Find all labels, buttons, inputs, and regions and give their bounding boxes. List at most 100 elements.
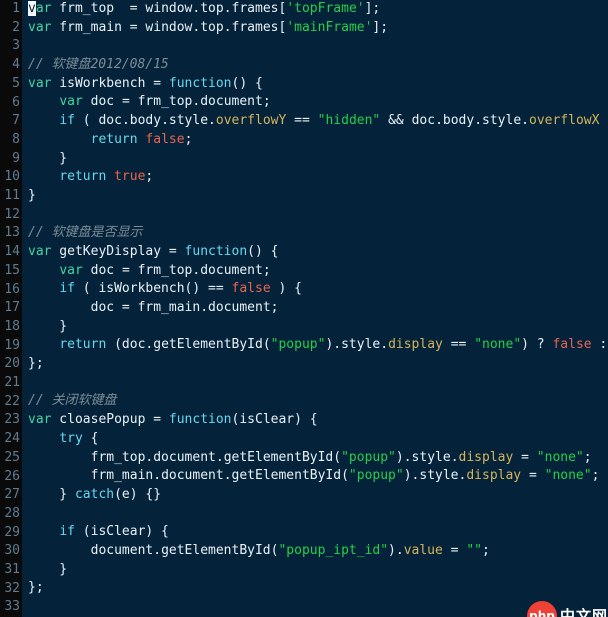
- code-token-punc: (isClear) {: [231, 412, 318, 428]
- code-line[interactable]: };: [22, 355, 608, 374]
- code-token-punc: =: [121, 94, 138, 110]
- code-area[interactable]: var frm_top = window.top.frames['topFram…: [22, 0, 608, 617]
- line-number: 13: [4, 225, 20, 241]
- code-line[interactable]: } catch(e) {}: [22, 486, 608, 505]
- code-token-ctrl: return: [59, 337, 107, 353]
- code-token-plain: cloasePopup: [51, 412, 154, 428]
- code-line[interactable]: document.getElementById("popup_ipt_id").…: [22, 542, 608, 561]
- code-token-plain: (doc: [106, 337, 146, 353]
- code-token-ctrl: if: [59, 113, 75, 129]
- code-line[interactable]: };: [22, 579, 608, 598]
- line-number: 11: [4, 188, 20, 203]
- code-line[interactable]: doc = frm_main.document;: [22, 299, 608, 318]
- code-line[interactable]: return true;: [22, 168, 608, 187]
- code-line[interactable]: [22, 374, 608, 393]
- code-token-punc: ;: [270, 300, 279, 315]
- code-token-plain: ( isWorkbench() ==: [74, 281, 232, 297]
- code-token-prop: overflowY: [215, 113, 287, 129]
- code-line[interactable]: var frm_main = window.top.frames['mainFr…: [22, 19, 608, 38]
- code-token-plain: document: [161, 468, 224, 484]
- code-editor[interactable]: 1 2 3 4 5 6 7 8 9 10 11 12 13 14 15 16 17 18 19 20 21 22 23 24 2…: [0, 0, 608, 617]
- code-line[interactable]: [22, 37, 608, 56]
- code-token-punc: =: [521, 468, 545, 484]
- line-number: 5: [12, 75, 20, 91]
- code-line[interactable]: return (doc.getElementById("popup").styl…: [22, 336, 608, 355]
- code-line[interactable]: frm_main.document.getElementById("popup"…: [22, 467, 608, 486]
- code-line[interactable]: var cloasePopup = function(isClear) {: [22, 411, 608, 430]
- code-token-punc: .: [435, 113, 443, 129]
- code-token-kw: ar: [35, 1, 52, 16]
- code-token-plain: frm_main: [51, 19, 130, 35]
- code-token-plain: frm_main: [28, 468, 154, 484]
- code-token-plain: top: [200, 19, 224, 35]
- code-line[interactable]: }: [22, 150, 608, 169]
- code-line[interactable]: try {: [22, 430, 608, 449]
- code-line[interactable]: frm_top.document.getElementById("popup")…: [22, 449, 608, 468]
- code-line[interactable]: if (isClear) {: [22, 523, 608, 542]
- code-line[interactable]: var getKeyDisplay = function() {: [22, 243, 608, 262]
- code-line[interactable]: if ( isWorkbench() == false ) {: [22, 280, 608, 299]
- code-token-punc: (isClear) {: [74, 524, 169, 540]
- code-token-punc: (: [341, 468, 349, 484]
- code-line[interactable]: [22, 598, 608, 617]
- code-line[interactable]: }: [22, 561, 608, 580]
- code-token-str: "": [466, 542, 482, 558]
- code-token-punc: .: [161, 113, 169, 129]
- code-token-punc: ;: [145, 169, 154, 185]
- code-token-prop: display: [458, 449, 514, 465]
- code-token-ctrl: catch: [74, 486, 115, 502]
- code-token-punc: ): [395, 449, 404, 465]
- code-token-punc: ];: [372, 19, 389, 35]
- line-number: 26: [4, 468, 20, 484]
- code-line[interactable]: }: [22, 318, 608, 337]
- code-token-plain: getElementById: [161, 542, 271, 558]
- code-line[interactable]: if ( doc.body.style.overflowY == "hidden…: [22, 112, 608, 131]
- code-token-plain: doc: [411, 113, 436, 129]
- code-token-punc: ;: [591, 468, 600, 484]
- code-token-plain: doc: [82, 94, 122, 110]
- code-token-str: "hidden": [317, 113, 381, 129]
- code-token-ctrl: return: [90, 131, 138, 147]
- code-line[interactable]: var frm_top = window.top.frames['topFram…: [22, 0, 608, 19]
- code-token-punc: .: [215, 449, 224, 465]
- code-token-punc: .: [200, 300, 209, 315]
- code-line[interactable]: return false;: [22, 131, 608, 150]
- line-number: 9: [12, 150, 20, 166]
- code-token-punc: ): [403, 468, 412, 484]
- code-token-ctrl: function: [168, 412, 232, 428]
- code-token-plain: window: [145, 1, 193, 16]
- code-token-str: 'topFrame': [286, 1, 365, 16]
- code-token-punc: .: [395, 542, 404, 558]
- code-line[interactable]: // 软键盘是否显示: [22, 224, 608, 243]
- line-number: 1: [12, 1, 20, 16]
- code-line[interactable]: var doc = frm_top.document;: [22, 93, 608, 112]
- code-line[interactable]: [22, 505, 608, 524]
- code-line[interactable]: [22, 206, 608, 225]
- line-number: 10: [4, 169, 20, 185]
- code-line[interactable]: var doc = frm_top.document;: [22, 262, 608, 281]
- code-line[interactable]: // 软键盘2012/08/15: [22, 56, 608, 75]
- watermark-label: 中文网: [559, 606, 608, 617]
- line-number: 22: [4, 393, 20, 409]
- code-token-lit: false: [145, 131, 185, 147]
- code-token-punc: =: [121, 262, 138, 278]
- code-token-punc: .: [121, 113, 130, 129]
- code-token-prop: overflowX: [529, 113, 600, 129]
- code-line[interactable]: }: [22, 187, 608, 206]
- code-token-punc: .: [223, 1, 232, 16]
- code-token-comment: // 软键盘是否显示: [28, 225, 143, 241]
- code-token-punc: .: [403, 449, 412, 465]
- code-line[interactable]: var isWorkbench = function() {: [22, 75, 608, 94]
- code-line[interactable]: // 关闭软键盘: [22, 392, 608, 411]
- code-token-kw: var: [28, 19, 52, 35]
- line-number: 25: [4, 449, 20, 465]
- code-token-str: "none": [536, 449, 584, 465]
- line-number: 15: [4, 262, 20, 278]
- code-token-punc: (: [262, 337, 271, 353]
- code-token-plain: frm_top: [137, 262, 193, 278]
- line-number: 2: [12, 19, 20, 35]
- code-token-plain: doc: [28, 300, 122, 315]
